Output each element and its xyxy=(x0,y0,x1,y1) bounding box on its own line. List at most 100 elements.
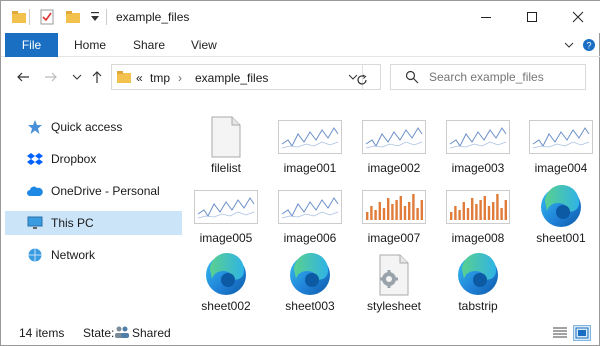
file-name: stylesheet xyxy=(366,299,422,313)
maximize-button[interactable] xyxy=(509,1,555,33)
sidebar-item-onedrive[interactable]: OneDrive - Personal xyxy=(5,179,182,203)
expand-ribbon-button[interactable] xyxy=(561,37,577,53)
edge-icon xyxy=(270,253,350,297)
search-icon xyxy=(405,70,419,87)
file-item[interactable]: sheet002 xyxy=(186,247,266,315)
settings-document-icon xyxy=(354,253,434,297)
line-chart-thumbnail xyxy=(186,185,266,229)
minimize-icon xyxy=(481,17,491,18)
file-item[interactable]: sheet001 xyxy=(521,179,600,247)
file-name: tabstrip xyxy=(458,299,498,313)
dropbox-icon xyxy=(27,151,43,167)
separator xyxy=(29,9,30,25)
line-chart-thumbnail xyxy=(270,115,350,159)
tab-share[interactable]: Share xyxy=(133,33,165,57)
chevron-down-icon xyxy=(72,74,82,80)
file-name: image004 xyxy=(534,161,588,175)
file-item[interactable]: filelist xyxy=(186,109,266,177)
close-icon xyxy=(572,11,584,23)
sidebar-item-this-pc[interactable]: This PC xyxy=(5,211,182,235)
sidebar-item-dropbox[interactable]: Dropbox xyxy=(5,147,182,171)
line-chart-thumbnail xyxy=(270,185,350,229)
up-button[interactable] xyxy=(89,68,105,86)
recent-locations-button[interactable] xyxy=(69,68,85,86)
file-item[interactable]: stylesheet xyxy=(354,247,434,315)
file-item[interactable]: image001 xyxy=(270,109,350,177)
file-item[interactable]: image008 xyxy=(438,179,518,247)
large-icons-view-icon xyxy=(575,327,589,339)
status-bar: 14 items State: Shared xyxy=(1,319,600,346)
cloud-icon xyxy=(27,183,43,199)
file-item[interactable]: sheet003 xyxy=(270,247,350,315)
separator xyxy=(106,9,107,25)
details-view-icon xyxy=(553,327,567,338)
tab-view[interactable]: View xyxy=(191,33,217,57)
address-bar[interactable]: « tmp › example_files xyxy=(111,64,381,90)
close-button[interactable] xyxy=(555,1,600,33)
document-icon xyxy=(186,115,266,159)
properties-icon[interactable] xyxy=(39,9,55,25)
file-item[interactable]: image006 xyxy=(270,179,350,247)
file-item[interactable]: image004 xyxy=(521,109,600,177)
svg-text:?: ? xyxy=(586,41,591,51)
search-input[interactable] xyxy=(429,68,579,86)
folder-icon[interactable] xyxy=(11,9,27,25)
tab-home[interactable]: Home xyxy=(74,33,106,57)
file-item[interactable]: tabstrip xyxy=(438,247,518,315)
search-box[interactable] xyxy=(390,64,586,90)
breadcrumb-example-files[interactable]: example_files xyxy=(195,71,268,85)
breadcrumb-tmp[interactable]: tmp xyxy=(150,71,170,85)
forward-button[interactable] xyxy=(43,68,59,86)
bar-chart-thumbnail xyxy=(438,185,518,229)
file-name: sheet001 xyxy=(536,231,586,245)
sidebar-item-network[interactable]: Network xyxy=(5,243,182,267)
arrow-up-icon xyxy=(92,71,102,83)
customize-toolbar-icon[interactable] xyxy=(87,9,103,25)
file-name: image008 xyxy=(451,231,505,245)
maximize-icon xyxy=(527,12,537,22)
star-icon xyxy=(27,119,43,135)
bar-chart-thumbnail xyxy=(354,185,434,229)
arrow-left-icon xyxy=(17,72,29,82)
line-chart-thumbnail xyxy=(438,115,518,159)
line-chart-thumbnail xyxy=(521,115,600,159)
back-button[interactable] xyxy=(15,68,31,86)
network-icon xyxy=(27,247,43,263)
refresh-icon xyxy=(357,74,367,85)
large-icons-view-button[interactable] xyxy=(573,325,591,341)
help-icon: ? xyxy=(583,39,595,51)
file-name: image001 xyxy=(283,161,337,175)
details-view-button[interactable] xyxy=(551,325,569,341)
state-label: State: xyxy=(83,326,115,340)
computer-icon xyxy=(27,215,43,231)
item-count: 14 items xyxy=(19,326,65,340)
minimize-button[interactable] xyxy=(463,1,509,33)
title-bar: example_files xyxy=(1,1,600,33)
file-item[interactable]: image007 xyxy=(354,179,434,247)
navigation-bar: « tmp › example_files xyxy=(1,59,600,95)
tab-file[interactable]: File xyxy=(5,33,58,57)
breadcrumb-overflow[interactable]: « xyxy=(136,71,143,85)
window-title: example_files xyxy=(116,10,190,24)
navigation-pane: Quick access Dropbox OneDrive - Personal… xyxy=(1,105,185,315)
file-name: image007 xyxy=(367,231,421,245)
folder-icon xyxy=(116,69,132,88)
sidebar-item-quick-access[interactable]: Quick access xyxy=(5,115,182,139)
file-name: sheet003 xyxy=(285,299,335,313)
new-folder-icon[interactable] xyxy=(65,9,81,25)
chevron-down-icon xyxy=(564,42,574,48)
refresh-button[interactable] xyxy=(354,71,370,89)
arrow-right-icon xyxy=(45,72,57,82)
file-item[interactable]: image003 xyxy=(438,109,518,177)
edge-icon xyxy=(438,253,518,297)
file-name: image005 xyxy=(199,231,253,245)
file-name: image002 xyxy=(367,161,421,175)
breadcrumb-separator-icon: › xyxy=(178,71,182,85)
file-item[interactable]: image002 xyxy=(354,109,434,177)
file-name: sheet002 xyxy=(201,299,251,313)
explorer-window: example_files File Home Share View ? « t… xyxy=(0,0,600,346)
file-name: image006 xyxy=(283,231,337,245)
ribbon: File Home Share View ? xyxy=(1,33,600,57)
file-item[interactable]: image005 xyxy=(186,179,266,247)
help-button[interactable]: ? xyxy=(581,37,597,53)
